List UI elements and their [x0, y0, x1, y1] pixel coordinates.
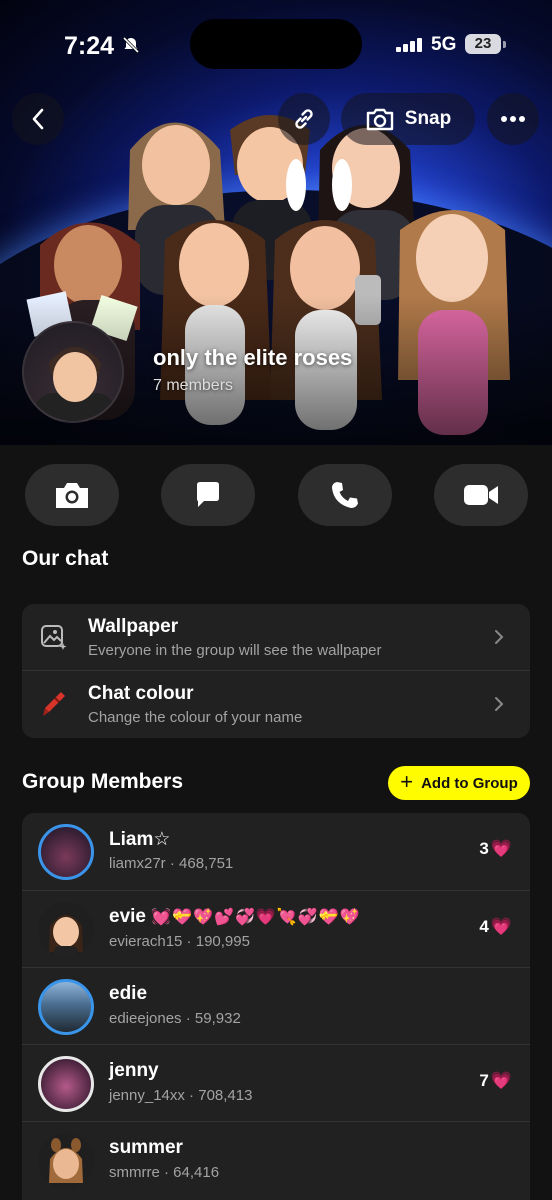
- snap-button-label: Snap: [404, 108, 452, 129]
- status-bar: 7:24 5G 23: [0, 0, 552, 90]
- friendship-streak: 7 💗: [479, 1071, 512, 1090]
- phone-icon: [332, 482, 358, 508]
- battery-icon: 23: [465, 34, 506, 54]
- more-dots-icon: [501, 116, 525, 122]
- camera-icon: [366, 108, 393, 131]
- quick-actions: [0, 464, 552, 526]
- add-to-group-button[interactable]: + Add to Group: [388, 766, 530, 800]
- friendship-streak: 4 💗: [479, 917, 512, 936]
- members-list: Liam☆ liamx27r · 468,751 3 💗 evie 💓💝💖💕💞💗💘…: [22, 813, 530, 1200]
- chat-settings-card: Wallpaper Everyone in the group will see…: [22, 604, 530, 738]
- member-row[interactable]: jenny jenny_14xx · 708,413 7 💗: [22, 1044, 530, 1121]
- crayon-icon: [43, 692, 65, 716]
- dynamic-island: [190, 19, 362, 69]
- member-username-score: smmrre · 64,416: [109, 1164, 220, 1181]
- member-username-score: evierach15 · 190,995: [109, 933, 250, 950]
- growing-heart-icon: 💗: [490, 839, 512, 858]
- wallpaper-option[interactable]: Wallpaper Everyone in the group will see…: [22, 604, 530, 670]
- group-avatar[interactable]: [22, 321, 124, 423]
- member-row[interactable]: edie edieejones · 59,932: [22, 967, 530, 1044]
- share-link-button[interactable]: [278, 93, 330, 145]
- member-username-score: liamx27r · 468,751: [109, 855, 234, 872]
- chat-colour-subtitle: Change the colour of your name: [88, 709, 303, 726]
- chat-bubble-icon: [197, 482, 219, 507]
- member-count: 7 members: [153, 377, 234, 394]
- member-row[interactable]: evie 💓💝💖💕💞💗💘💞💝💖 evierach15 · 190,995 4 💗: [22, 890, 530, 967]
- camera-icon: [56, 483, 88, 508]
- member-username-score: jenny_14xx · 708,413: [109, 1087, 253, 1104]
- member-bitmoji-icon: [34, 347, 116, 421]
- member-username-score: edieejones · 59,932: [109, 1010, 241, 1027]
- growing-heart-icon: 💗: [490, 917, 512, 936]
- network-type: 5G: [431, 34, 457, 55]
- wallpaper-title: Wallpaper: [88, 616, 179, 637]
- chat-colour-option[interactable]: Chat colour Change the colour of your na…: [22, 670, 530, 737]
- bitmoji-face-icon: [49, 915, 83, 958]
- member-name: Liam☆: [109, 829, 171, 850]
- link-icon: [295, 109, 313, 129]
- our-chat-heading: Our chat: [22, 547, 109, 570]
- wallpaper-icon: [41, 625, 67, 650]
- member-story-avatar[interactable]: [38, 824, 94, 880]
- wallpaper-subtitle: Everyone in the group will see the wallp…: [88, 642, 382, 659]
- camera-action-button[interactable]: [25, 464, 119, 526]
- member-story-avatar[interactable]: [38, 1056, 94, 1112]
- chevron-left-icon: [32, 108, 44, 130]
- silent-bell-icon: [122, 36, 140, 54]
- group-members-heading: Group Members: [22, 770, 184, 793]
- name-emojis: 💓💝💖💕💞💗💘💞💝💖: [151, 909, 361, 926]
- member-name: jenny: [109, 1060, 159, 1081]
- friendship-streak: 3 💗: [479, 839, 512, 858]
- member-name: summer: [109, 1137, 183, 1158]
- group-name: only the elite roses: [153, 345, 353, 370]
- chevron-right-icon: [495, 630, 504, 644]
- growing-heart-icon: 💗: [490, 1071, 512, 1090]
- video-camera-icon: [464, 485, 498, 505]
- add-to-group-label: Add to Group: [421, 774, 518, 792]
- bitmoji-face-icon: [49, 1138, 83, 1183]
- chevron-right-icon: [495, 697, 504, 711]
- member-story-avatar[interactable]: [38, 979, 94, 1035]
- member-name: edie: [109, 983, 148, 1004]
- call-action-button[interactable]: [298, 464, 392, 526]
- plus-icon: +: [400, 769, 414, 794]
- member-row[interactable]: summer smmrre · 64,416: [22, 1121, 530, 1198]
- back-button[interactable]: [12, 93, 64, 145]
- status-time: 7:24: [64, 32, 115, 60]
- video-call-action-button[interactable]: [434, 464, 528, 526]
- chat-action-button[interactable]: [161, 464, 255, 526]
- member-row[interactable]: Liam☆ liamx27r · 468,751 3 💗: [22, 813, 530, 890]
- signal-icon: [396, 38, 422, 52]
- member-name: evie 💓💝💖💕💞💗💘💞💝💖: [109, 906, 361, 927]
- more-options-button[interactable]: [487, 93, 539, 145]
- chat-colour-title: Chat colour: [88, 683, 194, 704]
- snap-button[interactable]: Snap: [341, 93, 475, 145]
- member-bitmoji-avatar[interactable]: [38, 1133, 94, 1189]
- member-bitmoji-avatar[interactable]: [38, 902, 94, 958]
